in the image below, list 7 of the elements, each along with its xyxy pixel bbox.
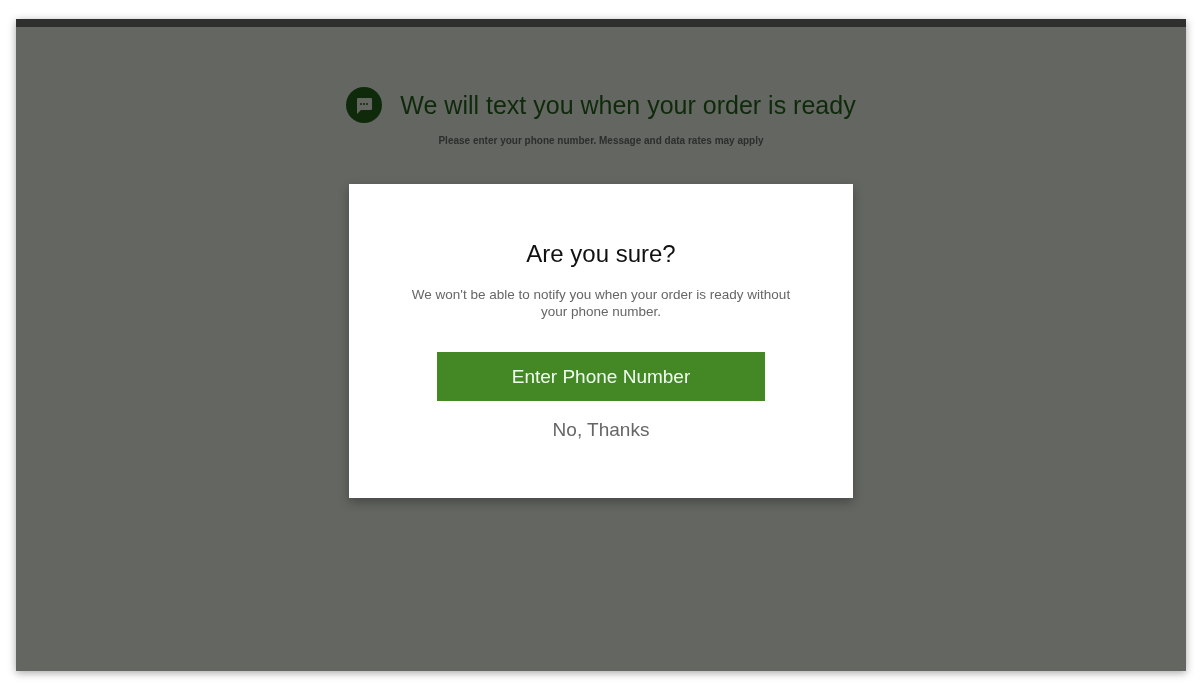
page-subtitle: Please enter your phone number. Message and data rates may apply — [438, 135, 764, 146]
decline-button[interactable]: No, Thanks — [544, 415, 658, 445]
enter-phone-button[interactable]: Enter Phone Number — [437, 352, 765, 401]
dialog-message: We won't be able to notify you when your order is ready without your phone number. — [411, 286, 791, 320]
page-title: We will text you when your order is ready — [400, 90, 856, 120]
dialog-title: Are you sure? — [526, 240, 676, 268]
chat-icon — [346, 87, 383, 123]
